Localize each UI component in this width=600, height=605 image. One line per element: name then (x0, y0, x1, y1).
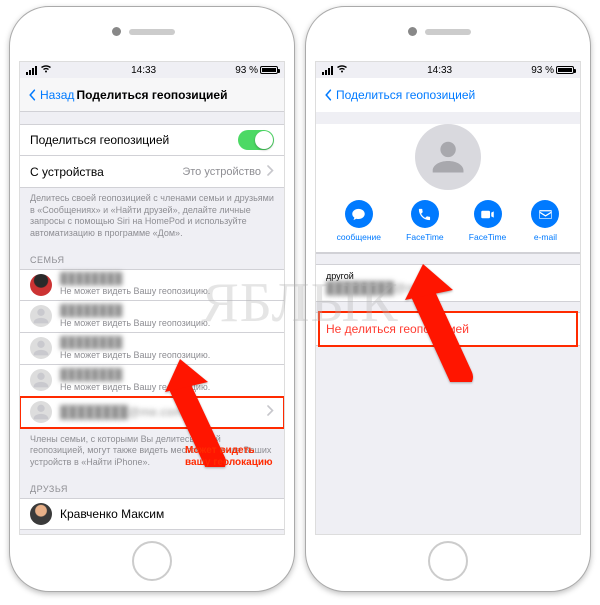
chevron-left-icon (26, 89, 38, 101)
toggle-on-icon[interactable] (238, 130, 274, 150)
iphone-left: 14:33 93 % Назад Поделиться геопозицией … (9, 6, 295, 592)
share-location-toggle-row[interactable]: Поделиться геопозицией (20, 124, 284, 156)
home-button[interactable] (132, 541, 172, 581)
avatar-placeholder-icon (30, 305, 52, 327)
wifi-icon (336, 64, 348, 76)
stop-sharing-label: Не делиться геопозицией (326, 322, 469, 336)
action-label: e-mail (534, 232, 557, 242)
status-time: 14:33 (131, 65, 156, 76)
member-name: ████████ (60, 305, 210, 317)
phone-icon (411, 200, 439, 228)
contact-header: сообщение FaceTime FaceTime e-mail (316, 124, 580, 254)
family-member-row[interactable]: ████████ Не может видеть Вашу геопозицию… (20, 365, 284, 397)
from-device-value: Это устройство (182, 166, 261, 178)
contact-avatar-placeholder-icon (415, 124, 481, 190)
member-sub: Не может видеть Вашу геопозицию. (60, 318, 210, 328)
phone-camera (112, 27, 121, 36)
screen-left: 14:33 93 % Назад Поделиться геопозицией … (19, 61, 285, 535)
family-header: СЕМЬЯ (20, 245, 284, 269)
field-label: другой (326, 271, 570, 281)
phone-camera (408, 27, 417, 36)
family-member-row[interactable]: ████████ Не может видеть Вашу геопозицию… (20, 301, 284, 333)
field-value: ████████@me.com (326, 281, 449, 295)
friends-header: ДРУЗЬЯ (20, 474, 284, 498)
iphone-right: 14:33 93 % Поделиться геопозицией (305, 6, 591, 592)
stop-sharing-row[interactable]: Не делиться геопозицией (316, 312, 580, 346)
phone-speaker (129, 29, 175, 35)
member-sub: Не может видеть Вашу геопозицию. (60, 382, 210, 392)
status-bar: 14:33 93 % (20, 62, 284, 78)
member-name: ████████@me.com (60, 405, 183, 419)
member-name: ████████ (60, 273, 210, 285)
mail-icon (531, 200, 559, 228)
back-label: Назад (40, 88, 74, 102)
member-name: ████████ (60, 337, 210, 349)
message-button[interactable]: сообщение (337, 200, 381, 242)
share-location-label: Поделиться геопозицией (30, 133, 238, 147)
wifi-icon (40, 64, 52, 76)
battery-indicator: 93 % (235, 65, 278, 76)
home-button[interactable] (428, 541, 468, 581)
family-member-highlighted-row[interactable]: ████████@me.com (20, 397, 284, 429)
back-label: Поделиться геопозицией (336, 88, 475, 102)
from-device-label: С устройства (30, 165, 182, 179)
avatar-placeholder-icon (30, 401, 52, 423)
friend-name: Кравченко Максим (60, 507, 274, 521)
back-button[interactable]: Поделиться геопозицией (322, 88, 475, 102)
chevron-right-icon (267, 405, 274, 419)
chevron-right-icon (267, 165, 274, 179)
phone-speaker (425, 29, 471, 35)
avatar-placeholder-icon (30, 369, 52, 391)
message-icon (345, 200, 373, 228)
friend-row[interactable]: Кравченко Максим (20, 498, 284, 530)
family-member-row[interactable]: ████████ Не может видеть Вашу геопозицию… (20, 333, 284, 365)
member-sub: Не может видеть Вашу геопозицию. (60, 286, 210, 296)
status-time: 14:33 (427, 65, 452, 76)
screen-right: 14:33 93 % Поделиться геопозицией (315, 61, 581, 535)
action-label: FaceTime (406, 232, 443, 242)
action-label: сообщение (337, 232, 381, 242)
video-icon (474, 200, 502, 228)
facetime-audio-button[interactable]: FaceTime (406, 200, 443, 242)
page-title: Поделиться геопозицией (77, 88, 228, 102)
signal-icon (322, 66, 333, 75)
from-device-row[interactable]: С устройства Это устройство (20, 156, 284, 188)
email-field[interactable]: другой ████████@me.com (316, 264, 580, 302)
back-button[interactable]: Назад (26, 88, 74, 102)
facetime-video-button[interactable]: FaceTime (469, 200, 506, 242)
nav-bar: Поделиться геопозицией (316, 78, 580, 112)
status-bar: 14:33 93 % (316, 62, 580, 78)
member-name: ████████ (60, 369, 210, 381)
avatar (30, 503, 52, 525)
avatar (30, 274, 52, 296)
battery-indicator: 93 % (531, 65, 574, 76)
family-member-row[interactable]: ████████ Не может видеть Вашу геопозицию… (20, 269, 284, 301)
email-button[interactable]: e-mail (531, 200, 559, 242)
avatar-placeholder-icon (30, 337, 52, 359)
family-note: Члены семьи, с которыми Вы делитесь свое… (20, 429, 284, 474)
signal-icon (26, 66, 37, 75)
share-note: Делитесь своей геопозицией с членами сем… (20, 188, 284, 245)
action-label: FaceTime (469, 232, 506, 242)
member-sub: Не может видеть Вашу геопозицию. (60, 350, 210, 360)
nav-bar: Назад Поделиться геопозицией (20, 78, 284, 112)
chevron-left-icon (322, 89, 334, 101)
